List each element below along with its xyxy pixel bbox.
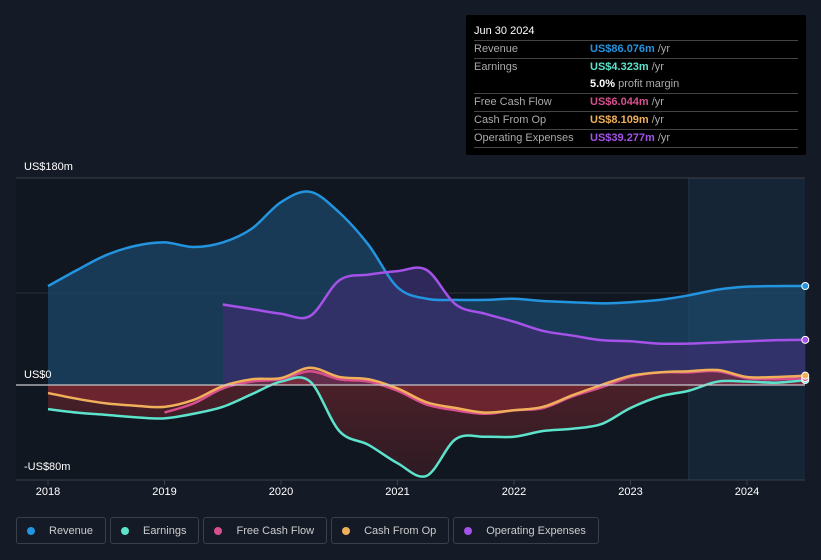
legend-item-free-cash-flow[interactable]: Free Cash Flow: [203, 517, 328, 544]
tooltip-row-value: US$6.044m: [590, 96, 649, 108]
tooltip-row: 5.0% profit margin: [474, 76, 798, 94]
x-tick-label: 2024: [735, 486, 759, 498]
x-tick-label: 2022: [502, 486, 526, 498]
tooltip-row-label: Operating Expenses: [474, 132, 574, 144]
legend-item-revenue[interactable]: Revenue: [16, 517, 107, 544]
legend-dot-icon: [121, 526, 130, 535]
y-tick-label: US$180m: [24, 161, 73, 173]
legend-label: Free Cash Flow: [236, 524, 315, 537]
x-tick-label: 2021: [385, 486, 409, 498]
tooltip-row-unit: /yr: [657, 43, 671, 55]
y-tick-label: US$0: [24, 369, 52, 381]
x-tick-label: 2019: [152, 486, 176, 498]
legend: Revenue Earnings Free Cash Flow Cash From O…: [16, 517, 599, 544]
y-tick-label: -US$80m: [24, 461, 70, 473]
tooltip-row: Revenue US$86.076m/yr: [474, 41, 798, 59]
tooltip-row-label: Free Cash Flow: [474, 96, 552, 108]
tooltip-row-label: Earnings: [474, 61, 518, 73]
tooltip-row-unit: /yr: [651, 61, 664, 73]
tooltip-row-value: 5.0%: [590, 78, 616, 90]
tooltip-row-value: US$39.277m: [590, 132, 655, 144]
series-end-dot: [801, 282, 810, 291]
tooltip-row-unit: profit margin: [618, 78, 680, 90]
tooltip-row-unit: /yr: [651, 96, 664, 108]
legend-label: Earnings: [143, 524, 187, 537]
series-end-dot: [801, 371, 810, 380]
tooltip-row-unit: /yr: [651, 114, 664, 126]
tooltip-row-label: Revenue: [474, 43, 519, 55]
legend-label: Revenue: [49, 524, 94, 537]
x-tick-label: 2018: [36, 486, 60, 498]
legend-dot-icon: [464, 526, 473, 535]
tooltip-row: Earnings US$4.323m/yr: [474, 59, 798, 76]
tooltip-row-value: US$4.323m: [590, 61, 649, 73]
tooltip-row-unit: /yr: [657, 132, 671, 144]
tooltip-row: Free Cash Flow US$6.044m/yr: [474, 94, 798, 112]
legend-dot-icon: [214, 526, 223, 535]
legend-item-earnings[interactable]: Earnings: [110, 517, 200, 544]
x-tick-label: 2020: [269, 486, 293, 498]
legend-item-operating-expenses[interactable]: Operating Expenses: [453, 517, 599, 544]
legend-label: Cash From Op: [364, 524, 437, 537]
legend-dot-icon: [27, 526, 35, 535]
tooltip-row-label: Cash From Op: [474, 114, 547, 126]
legend-item-cash-from-op[interactable]: Cash From Op: [331, 517, 450, 544]
x-tick-label: 2023: [618, 486, 642, 498]
legend-dot-icon: [342, 526, 351, 535]
tooltip-row-value: US$8.109m: [590, 114, 649, 126]
tooltip-panel: Jun 30 2024 Revenue US$86.076m/yr Earnings…: [466, 15, 806, 155]
tooltip-row: Operating Expenses US$39.277m/yr: [474, 130, 798, 148]
legend-label: Operating Expenses: [486, 524, 586, 537]
tooltip-row-value: US$86.076m: [590, 43, 655, 55]
tooltip-date: Jun 30 2024: [474, 23, 798, 41]
tooltip-row-label: [474, 76, 590, 93]
series-end-dot: [801, 335, 810, 344]
tooltip-row: Cash From Op US$8.109m/yr: [474, 112, 798, 130]
